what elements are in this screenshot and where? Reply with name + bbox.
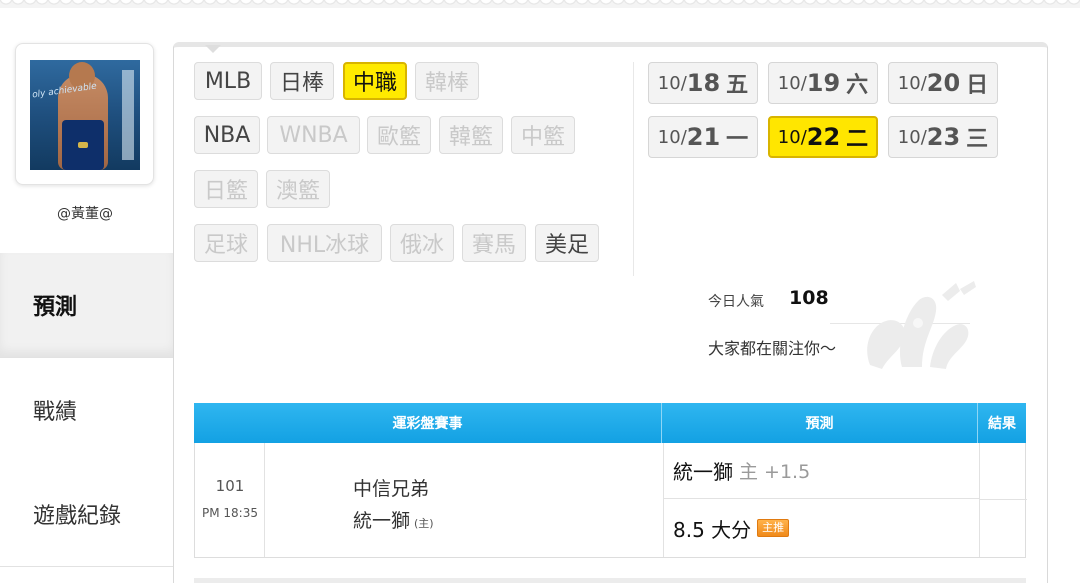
away-team: 中信兄弟 xyxy=(353,478,430,500)
league-label: WNBA xyxy=(279,122,348,148)
game-number: 101 xyxy=(215,477,245,495)
league-label: 日籃 xyxy=(203,179,248,204)
avatar-background-pole xyxy=(122,70,134,160)
avatar[interactable]: oly achievable xyxy=(30,60,140,170)
date-day: 23 xyxy=(926,123,961,151)
result-divider xyxy=(980,499,1027,500)
date-month: 10/ xyxy=(657,72,687,94)
league-tab-kbo: 韓棒 xyxy=(415,62,479,100)
popularity-label: 今日人氣 xyxy=(708,294,764,310)
prediction-cell: 統一獅 主 +1.5 8.5 大分 主推 xyxy=(663,443,979,557)
panel-pointer xyxy=(205,45,221,53)
avatar-swimsuit xyxy=(62,120,104,170)
league-label: NBA xyxy=(203,122,251,148)
nav-item-label: 遊戲紀錄 xyxy=(33,504,122,529)
league-tab-npb[interactable]: 日棒 xyxy=(270,62,334,100)
header-result: 結果 xyxy=(988,416,1016,432)
game-prediction-table: 運彩盤賽事 預測 結果 101 PM 18:35 中信兄弟 統一獅 (主) 統一獅… xyxy=(194,403,1027,558)
table-next-row-edge xyxy=(194,578,1026,583)
league-label: 韓棒 xyxy=(424,71,469,96)
league-label: 日棒 xyxy=(279,71,324,96)
header-event: 運彩盤賽事 xyxy=(194,403,662,443)
date-button-10-23[interactable]: 10/23 三 xyxy=(888,116,998,158)
date-day: 18 xyxy=(686,69,721,97)
header-prediction: 預測 xyxy=(662,403,978,443)
league-tab-cpbl[interactable]: 中職 xyxy=(343,62,407,100)
prediction-total-value: 8.5 大分 xyxy=(673,517,752,542)
popularity-count: 108 xyxy=(789,287,829,309)
nav-item-game-history[interactable]: 遊戲紀錄 xyxy=(0,462,174,567)
league-tab-nfl[interactable]: 美足 xyxy=(535,224,599,262)
date-button-10-19[interactable]: 10/19 六 xyxy=(768,62,878,104)
teams-cell: 中信兄弟 統一獅 (主) xyxy=(353,473,434,540)
date-month: 10/ xyxy=(897,126,927,148)
date-weekday: 日 xyxy=(966,73,989,98)
prediction-spread[interactable]: 統一獅 主 +1.5 xyxy=(664,443,979,499)
league-label: NHL冰球 xyxy=(279,233,370,258)
date-day: 21 xyxy=(686,123,721,151)
league-tab-euro-basketball: 歐籃 xyxy=(367,116,431,154)
league-label: 俄冰 xyxy=(399,233,444,258)
date-month: 10/ xyxy=(897,72,927,94)
date-month: 10/ xyxy=(657,126,687,148)
date-day: 22 xyxy=(806,123,841,151)
league-label: 足球 xyxy=(203,233,248,258)
home-team: 統一獅 xyxy=(353,510,411,532)
home-team-line: 統一獅 (主) xyxy=(353,505,434,540)
game-number-cell: 101 PM 18:35 xyxy=(195,443,265,557)
league-label: 中籃 xyxy=(520,125,565,150)
league-label: 澳籃 xyxy=(275,179,320,204)
date-button-10-22[interactable]: 10/22 二 xyxy=(768,116,878,158)
league-tab-mlb[interactable]: MLB xyxy=(194,62,262,100)
table-header: 運彩盤賽事 預測 結果 xyxy=(194,403,1026,443)
popularity-message: 大家都在關注你～ xyxy=(708,339,837,358)
featured-pick-badge: 主推 xyxy=(757,519,790,537)
date-weekday: 三 xyxy=(966,127,989,152)
home-tag: (主) xyxy=(414,517,434,530)
league-label: MLB xyxy=(204,68,252,94)
table-row: 101 PM 18:35 中信兄弟 統一獅 (主) 統一獅 主 +1.5 8.5 … xyxy=(194,443,1027,558)
league-label: 韓籃 xyxy=(448,125,493,150)
nav-item-record[interactable]: 戰績 xyxy=(0,358,174,463)
league-tab-korea-basketball: 韓籃 xyxy=(439,116,503,154)
date-button-10-20[interactable]: 10/20 日 xyxy=(888,62,998,104)
avatar-card[interactable]: oly achievable xyxy=(15,43,154,185)
username: @黃董@ xyxy=(57,206,113,222)
league-tab-wnba: WNBA xyxy=(267,116,360,154)
date-day: 20 xyxy=(926,69,961,97)
league-label: 中職 xyxy=(353,71,398,96)
mascot-watermark-icon xyxy=(867,281,976,369)
date-weekday: 六 xyxy=(846,73,869,98)
league-label: 賽馬 xyxy=(471,233,516,258)
top-border-decoration xyxy=(0,0,1080,8)
date-weekday: 五 xyxy=(726,73,749,98)
game-time: PM 18:35 xyxy=(202,506,258,520)
nav-item-label: 預測 xyxy=(33,295,78,320)
league-tab-china-basketball: 中籃 xyxy=(511,116,575,154)
league-tab-japan-basketball: 日籃 xyxy=(194,170,258,208)
league-tab-nhl: NHL冰球 xyxy=(267,224,382,262)
column-divider xyxy=(633,62,634,276)
league-tab-khl: 俄冰 xyxy=(390,224,454,262)
result-cell xyxy=(979,443,1027,557)
league-tab-horse-racing: 賽馬 xyxy=(462,224,526,262)
date-month: 10/ xyxy=(777,126,807,148)
date-button-10-18[interactable]: 10/18 五 xyxy=(648,62,758,104)
league-label: 美足 xyxy=(544,233,589,258)
prediction-spread-side: 主 +1.5 xyxy=(739,461,811,483)
nav-item-predict[interactable]: 預測 xyxy=(0,253,174,358)
prediction-spread-team: 統一獅 xyxy=(673,460,733,484)
prediction-total[interactable]: 8.5 大分 主推 xyxy=(664,499,979,557)
nav-item-label: 戰績 xyxy=(33,400,78,425)
league-tab-nba[interactable]: NBA xyxy=(194,116,260,154)
date-button-10-21[interactable]: 10/21 一 xyxy=(648,116,758,158)
date-weekday: 二 xyxy=(846,127,869,152)
date-day: 19 xyxy=(806,69,841,97)
league-tab-soccer: 足球 xyxy=(194,224,258,262)
date-weekday: 一 xyxy=(726,127,749,152)
league-label: 歐籃 xyxy=(376,125,421,150)
date-month: 10/ xyxy=(777,72,807,94)
league-tab-australia-basketball: 澳籃 xyxy=(266,170,330,208)
